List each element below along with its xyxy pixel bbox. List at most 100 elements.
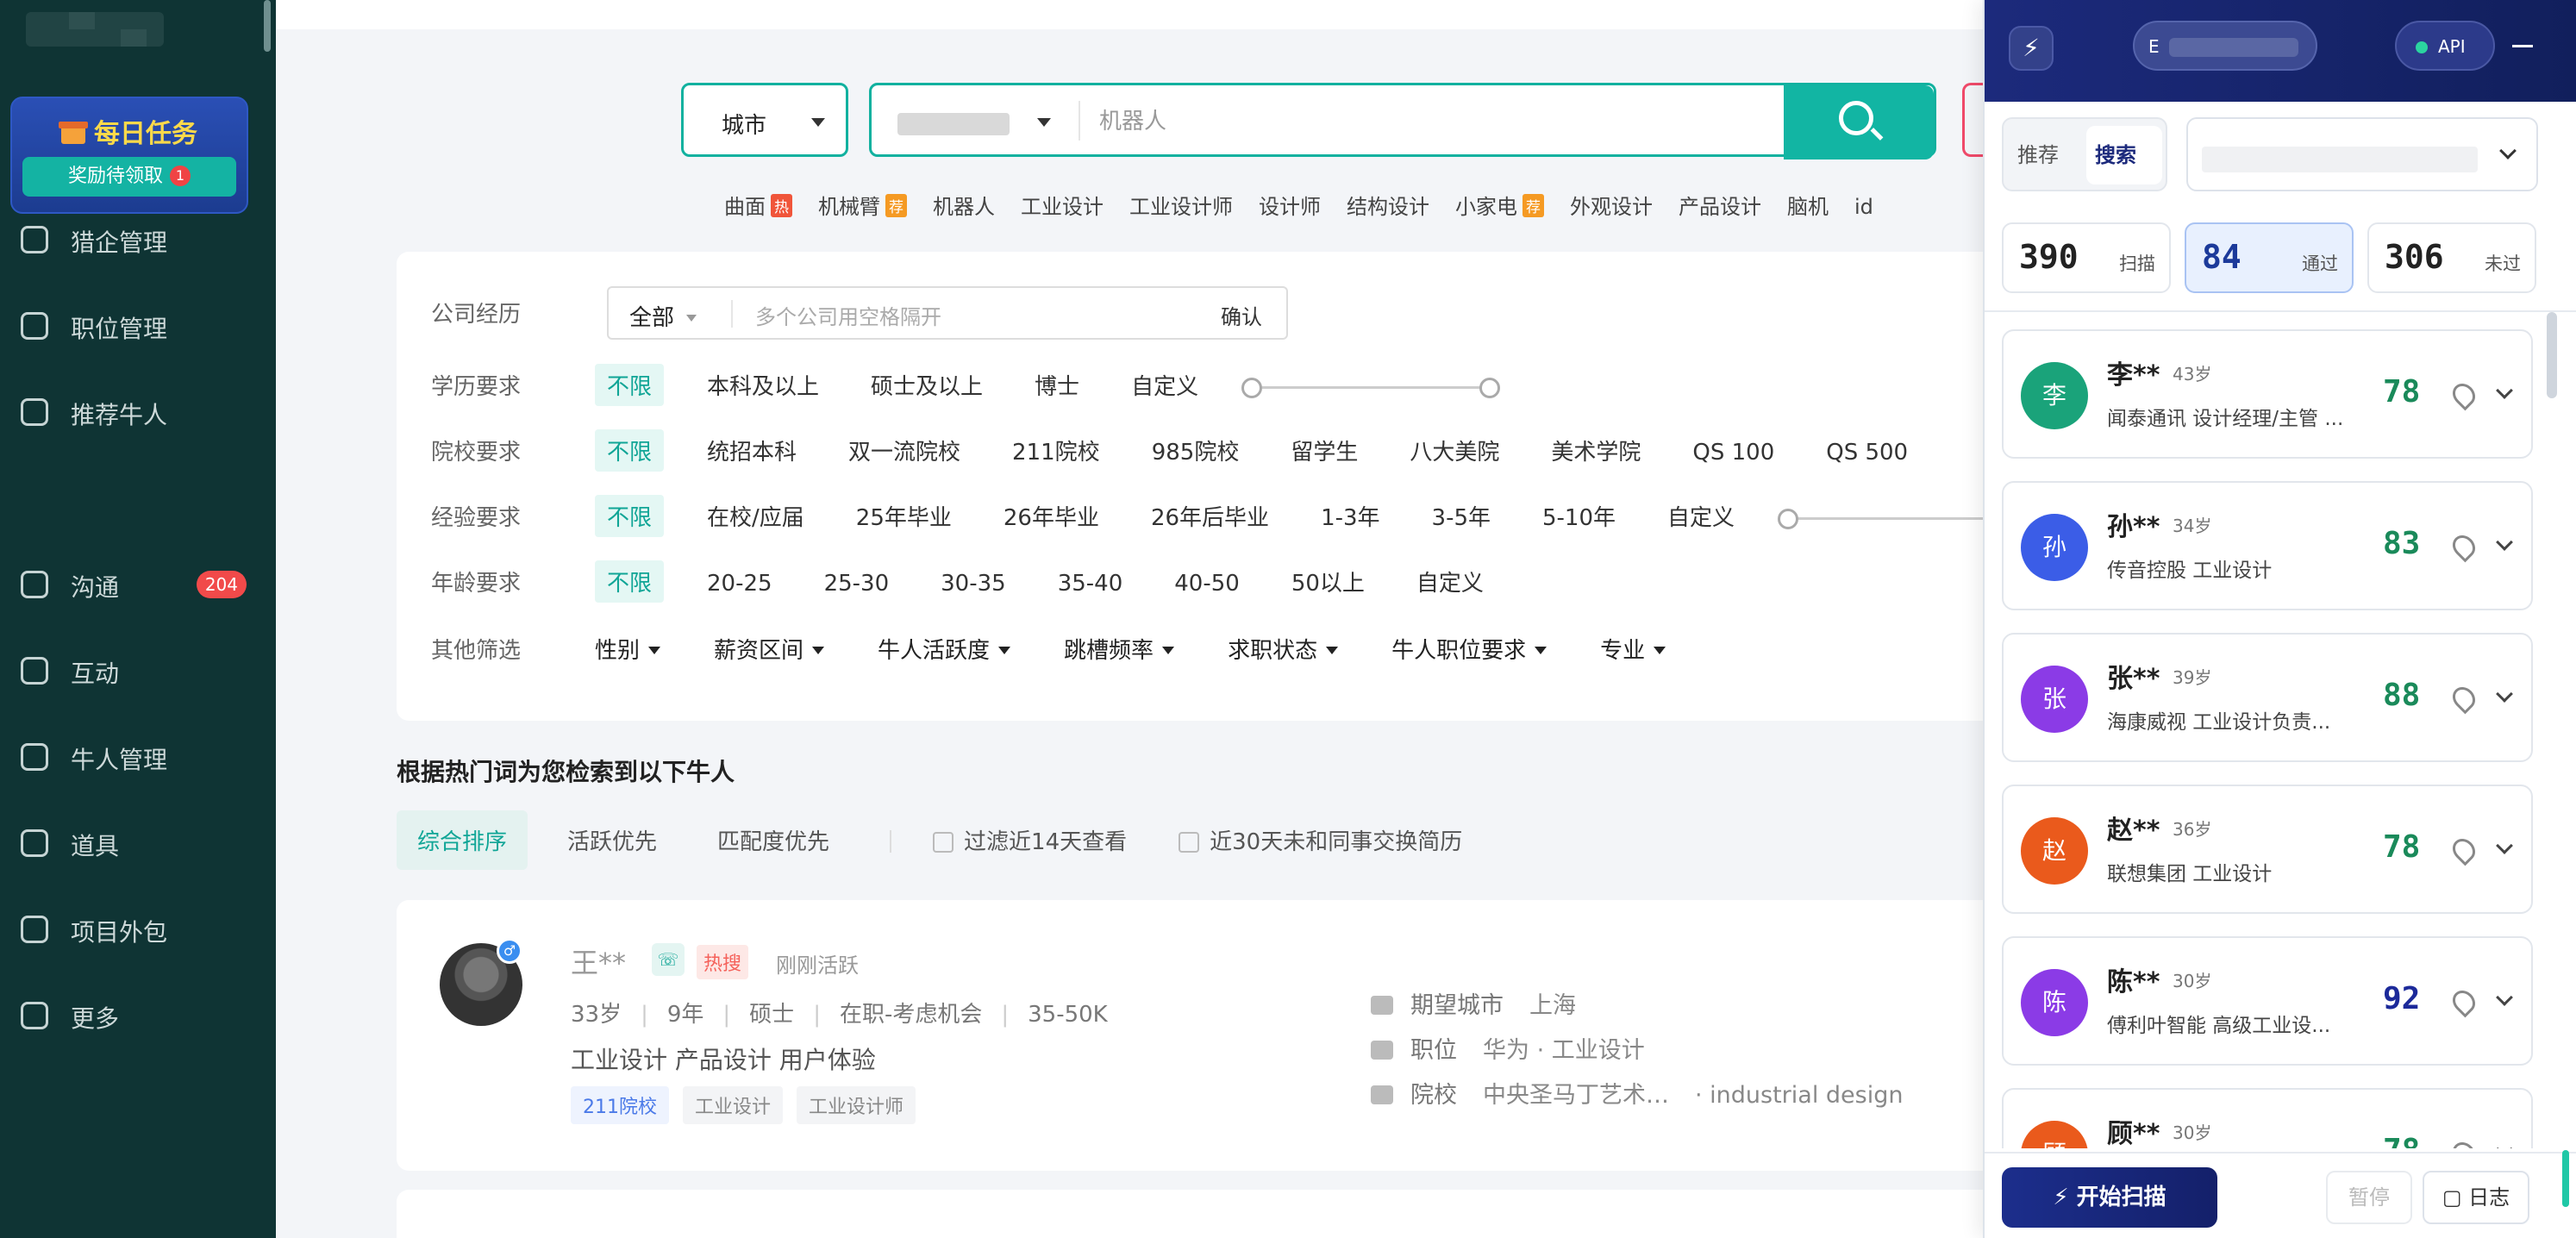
location-icon[interactable] [2448, 378, 2480, 411]
filter-option[interactable]: 985院校 [1152, 435, 1240, 466]
job-select[interactable] [2186, 117, 2538, 191]
filter-option[interactable]: 自定义 [1131, 369, 1198, 401]
filter-option[interactable]: 留学生 [1291, 435, 1358, 466]
city-select[interactable]: 城市 [681, 83, 848, 157]
hot-word[interactable]: 曲面 [724, 195, 766, 219]
hot-word[interactable]: 产品设计 [1679, 195, 1761, 219]
minimize-icon[interactable] [2512, 45, 2533, 47]
filter-dropdown[interactable]: 牛人职位要求 [1391, 633, 1547, 665]
filter-option[interactable]: 统招本科 [707, 435, 797, 466]
filter-option[interactable]: 自定义 [1667, 500, 1735, 532]
claim-reward-button[interactable]: 奖励待领取 1 [22, 157, 236, 197]
filter-option[interactable]: QS 500 [1826, 440, 1908, 466]
checkbox[interactable] [933, 832, 954, 853]
range-slider[interactable] [1241, 378, 1501, 398]
filter-option[interactable]: 不限 [595, 364, 665, 406]
filter-option[interactable]: 1-3年 [1321, 500, 1379, 532]
hot-word[interactable]: 小家电 [1455, 195, 1517, 219]
candidate-card[interactable]: ♂ 王** ☏ 热搜 刚刚活跃 33岁 | 9年 | 硕士 | 在职-考虑机会 | 35-50K… [397, 900, 2121, 1171]
daily-task-card[interactable]: 每日任务 奖励待领取 1 [10, 97, 248, 214]
sort-option[interactable]: 匹配度优先 [717, 824, 829, 856]
search-button[interactable] [1784, 85, 1934, 159]
filter-option[interactable]: 双一流院校 [848, 435, 960, 466]
stat-passed[interactable]: 84 通过 [2185, 222, 2354, 293]
filter-option[interactable]: 40-50 [1174, 571, 1240, 597]
filter-option[interactable]: 美术学院 [1551, 435, 1641, 466]
filter-option[interactable]: 26年后毕业 [1151, 500, 1269, 532]
sidebar-item-0[interactable]: 猎企管理 [10, 202, 260, 278]
bolt-icon[interactable]: ⚡ [2009, 26, 2054, 71]
sort-option[interactable]: 综合排序 [397, 810, 528, 870]
filter-option[interactable]: 20-25 [707, 571, 772, 597]
location-icon[interactable] [2448, 985, 2480, 1018]
location-icon[interactable] [2448, 834, 2480, 866]
sidebar-scrollbar[interactable] [264, 0, 271, 52]
hot-word[interactable]: id [1854, 195, 1873, 219]
scan-candidate-card[interactable]: 赵赵** 36岁 联想集团 工业设计 78 [2002, 785, 2533, 914]
company-confirm-button[interactable]: 确认 [1221, 300, 1262, 330]
checkbox[interactable] [1179, 832, 1200, 853]
panel-edge-handle[interactable] [2562, 1150, 2569, 1207]
filter-dropdown[interactable]: 跳槽频率 [1064, 633, 1174, 665]
sidebar-item-5[interactable]: 互动 [10, 633, 260, 709]
filter-option[interactable]: 不限 [595, 495, 665, 537]
chevron-down-icon[interactable] [2496, 685, 2513, 703]
log-button[interactable]: ▢ 日志 [2423, 1171, 2529, 1224]
filter-option[interactable]: 不限 [595, 560, 665, 603]
start-scan-button[interactable]: ⚡ 开始扫描 [2002, 1167, 2217, 1228]
scan-candidate-card[interactable]: 李李** 43岁 闻泰通讯 设计经理/主管 ... 78 [2002, 329, 2533, 459]
tab-recommend[interactable]: 推荐 [2017, 138, 2059, 168]
sidebar-item-7[interactable]: 道具 [10, 805, 260, 881]
filter-dropdown[interactable]: 牛人活跃度 [878, 633, 1010, 665]
sidebar-item-4[interactable]: 沟通 204 [10, 547, 260, 622]
chevron-down-icon[interactable] [2496, 534, 2513, 551]
user-pill[interactable]: E [2133, 21, 2317, 71]
hot-word[interactable]: 脑机 [1787, 195, 1829, 219]
scan-candidate-card[interactable]: 陈陈** 30岁 傅利叶智能 高级工业设... 92 [2002, 936, 2533, 1066]
filter-dropdown[interactable]: 薪资区间 [714, 633, 824, 665]
filter-option[interactable]: 5-10年 [1542, 500, 1616, 532]
filter-option[interactable]: QS 100 [1692, 440, 1774, 466]
hot-word[interactable]: 设计师 [1259, 195, 1321, 219]
filter-option[interactable]: 博士 [1035, 369, 1079, 401]
sidebar-item-9[interactable]: 更多 [10, 978, 260, 1054]
filter-option[interactable]: 3-5年 [1432, 500, 1491, 532]
hot-word[interactable]: 工业设计 [1021, 195, 1104, 219]
scan-candidate-card[interactable]: 张张** 39岁 海康威视 工业设计负责... 88 [2002, 633, 2533, 762]
filter-option[interactable]: 50以上 [1291, 566, 1365, 597]
location-icon[interactable] [2448, 682, 2480, 715]
filter-option[interactable]: 八大美院 [1410, 435, 1499, 466]
scan-candidate-card[interactable]: 孙孙** 34岁 传音控股 工业设计 83 [2002, 481, 2533, 610]
company-scope-select[interactable]: 全部 [629, 300, 697, 332]
scan-candidate-card[interactable]: 顾顾**30岁小牛电动NIUTechnology78 [2002, 1088, 2533, 1148]
hot-word[interactable]: 机器人 [933, 195, 995, 219]
search-input[interactable] [1099, 101, 1772, 141]
tab-search[interactable]: 搜索 [2086, 126, 2162, 184]
api-status[interactable]: API [2395, 21, 2495, 71]
filter-dropdown[interactable]: 求职状态 [1228, 633, 1338, 665]
filter-dropdown[interactable]: 性别 [595, 633, 660, 665]
hot-word[interactable]: 外观设计 [1570, 195, 1653, 219]
hot-word[interactable]: 工业设计师 [1129, 195, 1233, 219]
chevron-down-icon[interactable] [2496, 1141, 2513, 1148]
panel-scrollbar[interactable] [2547, 312, 2557, 398]
filter-option[interactable]: 不限 [595, 429, 665, 472]
filter-option[interactable]: 25-30 [824, 571, 890, 597]
chevron-down-icon[interactable] [2496, 382, 2513, 399]
filter-dropdown[interactable]: 专业 [1600, 633, 1666, 665]
filter-option[interactable]: 硕士及以上 [871, 369, 983, 401]
filter-option[interactable]: 自定义 [1416, 566, 1484, 597]
filter-option[interactable]: 本科及以上 [707, 369, 819, 401]
chevron-down-icon[interactable] [2496, 989, 2513, 1006]
filter-option[interactable]: 30-35 [941, 571, 1006, 597]
filter-option[interactable]: 35-40 [1058, 571, 1123, 597]
filter-option[interactable]: 26年毕业 [1004, 500, 1099, 532]
chevron-down-icon[interactable] [2496, 837, 2513, 854]
filter-option[interactable]: 211院校 [1012, 435, 1100, 466]
location-icon[interactable] [2448, 1137, 2480, 1148]
stat-failed[interactable]: 306 未过 [2367, 222, 2536, 293]
sidebar-item-1[interactable]: 职位管理 [10, 288, 260, 364]
company-input[interactable]: 多个公司用空格隔开 [755, 300, 941, 330]
filter-option[interactable]: 在校/应届 [707, 500, 804, 532]
hot-word[interactable]: 结构设计 [1347, 195, 1429, 219]
